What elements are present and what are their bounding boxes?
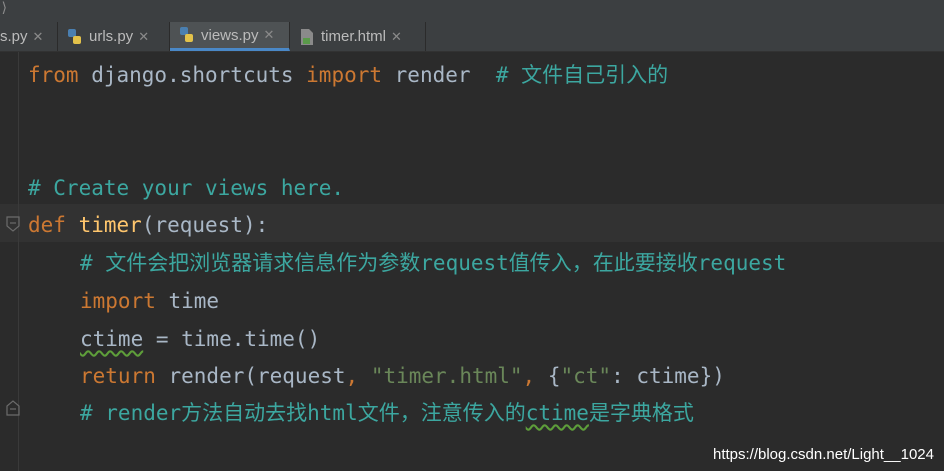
keyword: return: [80, 364, 156, 388]
comment: ctime: [525, 401, 589, 425]
import-name: time: [155, 289, 220, 313]
comment: 是字典格式: [588, 401, 694, 425]
comment: # 文件会把浏览器请求信息作为参数request值传入，在此要接收request: [80, 251, 787, 275]
keyword: import: [80, 289, 156, 313]
comma: ,: [345, 364, 359, 388]
comment: # 文件自己引入的: [495, 63, 669, 87]
dict-close: : ctime}): [611, 364, 725, 388]
tab-timer-html[interactable]: timer.html ✕: [290, 22, 426, 51]
import-name: render: [382, 63, 496, 87]
code-line-7: import time: [28, 282, 219, 320]
editor-tab-bar: s.py ✕ urls.py ✕ views.py ✕ timer.html ✕: [0, 22, 944, 52]
variable-ctime: ctime: [80, 327, 144, 351]
keyword: from: [28, 63, 79, 87]
tab-label: urls.py: [89, 28, 134, 45]
string-literal: "ct": [560, 364, 612, 388]
function-args: (request):: [141, 213, 269, 237]
fold-end-icon[interactable]: [6, 400, 20, 416]
close-icon[interactable]: ✕: [138, 29, 149, 45]
tab-s-py[interactable]: s.py ✕: [0, 22, 58, 51]
function-name: timer: [78, 213, 142, 237]
call: render(request: [155, 364, 346, 388]
keyword: import: [306, 63, 383, 87]
keyword: def: [28, 213, 66, 237]
code-line-8: ctime = time.time(): [28, 320, 320, 358]
tab-urls-py[interactable]: urls.py ✕: [58, 22, 170, 51]
expression: = time.time(): [143, 327, 321, 351]
chevron-icon: ⟩: [0, 0, 9, 16]
comma: ,: [522, 364, 536, 388]
code-line-1: from django.shortcuts import render # 文件…: [28, 56, 668, 94]
fold-icon[interactable]: [6, 216, 20, 232]
code-line-10: # render方法自动去找html文件，注意传入的ctime是字典格式: [28, 394, 694, 432]
comment: # render方法自动去找html文件，注意传入的: [80, 401, 526, 425]
python-file-icon: [68, 28, 81, 44]
tab-label: s.py: [0, 28, 28, 45]
tab-label: views.py: [201, 26, 259, 44]
code-line-5: def timer(request):: [28, 206, 268, 244]
html-file-icon: [301, 28, 313, 45]
code-line-4: # Create your views here.: [28, 169, 344, 207]
close-icon[interactable]: ✕: [391, 29, 402, 45]
close-icon[interactable]: ✕: [33, 29, 44, 45]
string-literal: "timer.html": [370, 364, 523, 388]
close-icon[interactable]: ✕: [264, 27, 275, 43]
code-line-6: # 文件会把浏览器请求信息作为参数request值传入，在此要接收request: [28, 244, 786, 282]
module-name: django.shortcuts: [78, 63, 307, 87]
python-file-icon: [180, 27, 193, 42]
code-line-9: return render(request, "timer.html", {"c…: [28, 357, 725, 395]
watermark: https://blog.csdn.net/Light__1024: [712, 446, 934, 463]
tab-views-py[interactable]: views.py ✕: [170, 22, 290, 51]
dict-open: {: [535, 364, 561, 388]
comment: # Create your views here.: [28, 176, 345, 200]
title-strip: ⟩: [0, 0, 944, 23]
tab-label: timer.html: [321, 28, 387, 45]
